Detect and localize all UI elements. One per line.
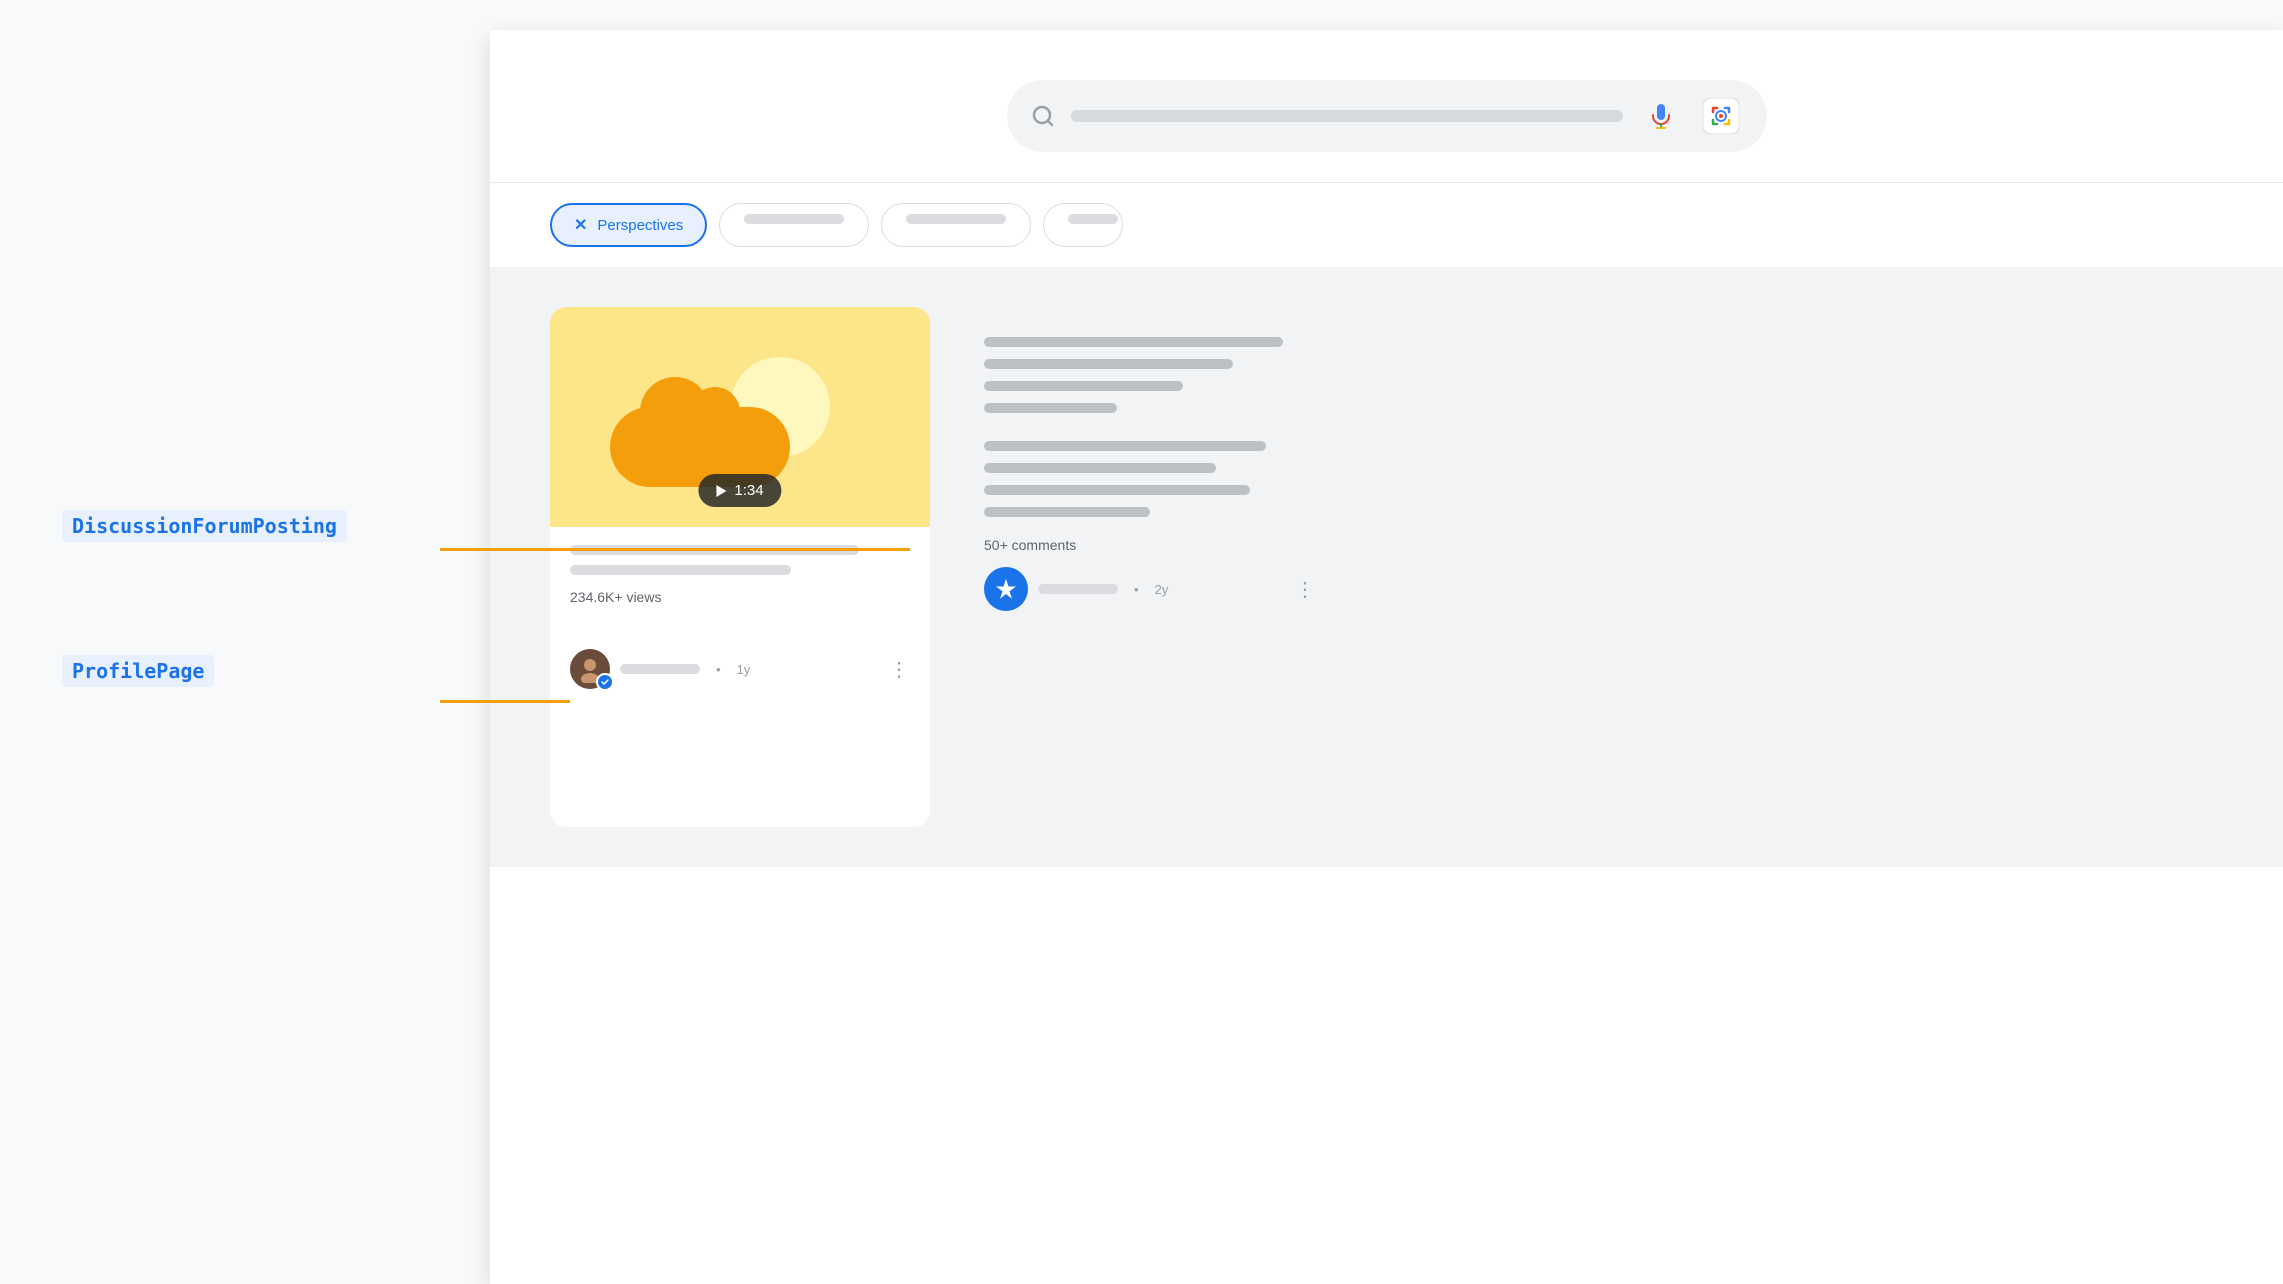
text-line-6 <box>984 463 1216 473</box>
card2-footer: • 2y ⋮ <box>984 567 1316 611</box>
close-tab-icon[interactable]: ✕ <box>574 215 587 235</box>
search-bar[interactable] <box>1007 80 1767 152</box>
channel-avatar[interactable] <box>984 567 1028 611</box>
video-card: 1:34 234.6K+ views <box>550 307 930 827</box>
google-lens-button[interactable] <box>1699 94 1743 138</box>
voice-search-button[interactable] <box>1639 94 1683 138</box>
search-query-placeholder <box>1071 110 1623 122</box>
filter-tab-4[interactable] <box>1043 203 1123 247</box>
filter-tab-2[interactable] <box>719 203 869 247</box>
tab-perspectives-label: Perspectives <box>597 217 683 234</box>
post-time-2: • <box>1134 582 1139 597</box>
star-icon <box>993 576 1019 602</box>
tab-bar-placeholder <box>906 214 1006 224</box>
post-time-value-2: 2y <box>1155 582 1169 597</box>
annotation-profile-label: ProfilePage <box>62 655 214 687</box>
more-options-button-2[interactable]: ⋮ <box>1295 577 1316 602</box>
search-section <box>490 30 2283 183</box>
text-line-8 <box>984 507 1150 517</box>
annotation-discussion-line <box>440 548 910 551</box>
avatar[interactable] <box>570 649 610 689</box>
video-duration-badge: 1:34 <box>698 474 781 507</box>
card-title-line-2 <box>570 565 791 575</box>
more-options-button[interactable]: ⋮ <box>889 657 910 682</box>
search-icon <box>1031 104 1055 128</box>
filter-tab-3[interactable] <box>881 203 1031 247</box>
post-time-value: 1y <box>737 662 751 677</box>
tab-bar-placeholder <box>1068 214 1118 224</box>
play-icon <box>716 485 726 497</box>
verified-badge <box>596 673 614 691</box>
video-thumbnail[interactable]: 1:34 <box>550 307 930 527</box>
channel-name-placeholder-2 <box>1038 584 1118 594</box>
text-line-2 <box>984 359 1233 369</box>
tab-perspectives[interactable]: ✕ Perspectives <box>550 203 707 247</box>
comment-count: 50+ comments <box>984 537 1316 553</box>
video-views: 234.6K+ views <box>570 589 910 605</box>
card-footer: • 1y ⋮ <box>550 637 930 705</box>
text-line-3 <box>984 381 1183 391</box>
filter-tabs: ✕ Perspectives <box>490 183 2283 267</box>
annotation-discussion-label: DiscussionForumPosting <box>62 510 347 542</box>
annotation-profile-line <box>440 700 570 703</box>
text-line-1 <box>984 337 1283 347</box>
channel-name-placeholder <box>620 664 700 674</box>
text-line-7 <box>984 485 1250 495</box>
text-line-5 <box>984 441 1266 451</box>
text-card: 50+ comments • 2y ⋮ <box>960 307 1340 827</box>
tab-bar-placeholder <box>744 214 844 224</box>
browser-content: ✕ Perspectives <box>490 30 2283 1284</box>
post-time: • <box>716 662 721 677</box>
content-area: 1:34 234.6K+ views <box>490 267 2283 867</box>
text-line-4 <box>984 403 1117 413</box>
card-body: 234.6K+ views <box>550 527 930 637</box>
